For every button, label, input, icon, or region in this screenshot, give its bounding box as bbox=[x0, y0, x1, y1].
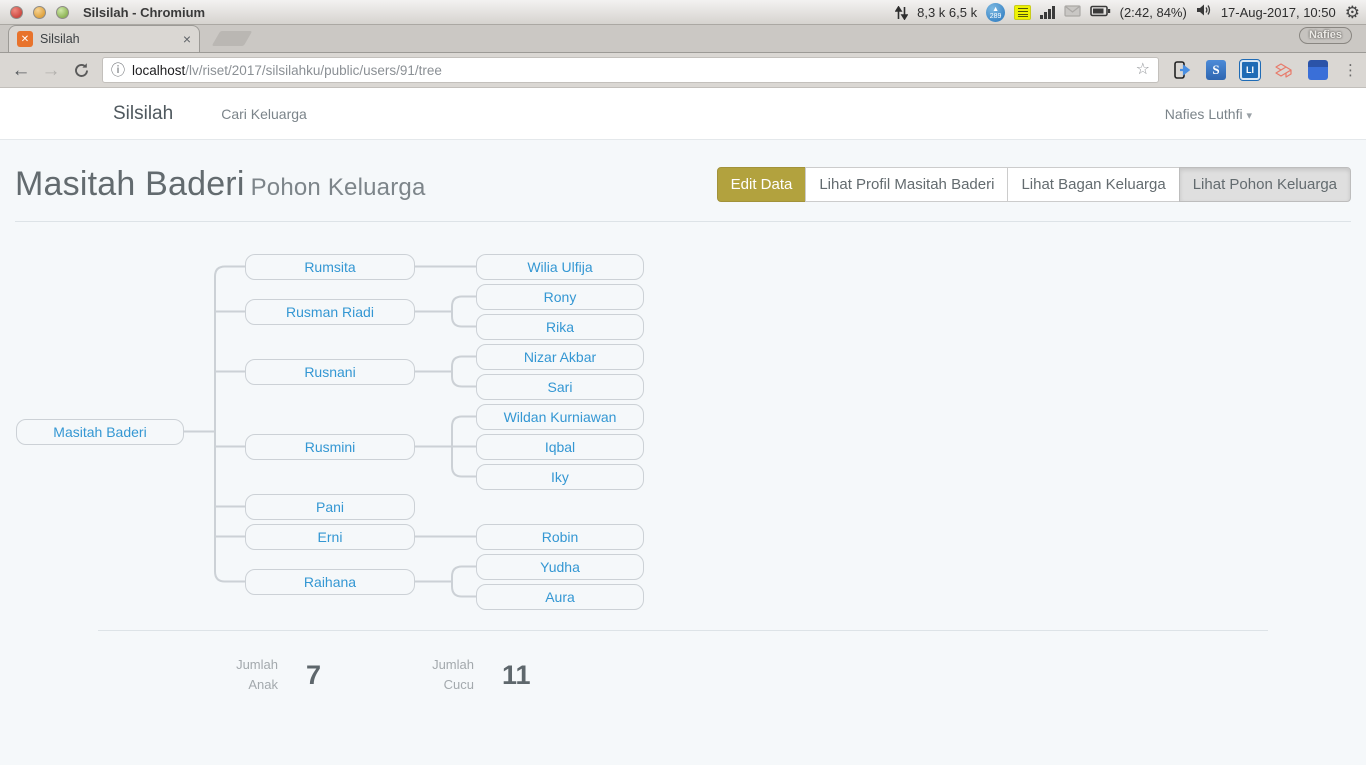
os-top-panel: Silsilah - Chromium 8,3 k 6,5 k ▲ 289 bbox=[0, 0, 1366, 25]
signal-strength-icon[interactable] bbox=[1040, 6, 1055, 19]
badge-count: 289 bbox=[990, 13, 1002, 20]
tree-node-grandchild[interactable]: Wildan Kurniawan bbox=[476, 404, 644, 430]
extension-s-icon[interactable]: S bbox=[1206, 60, 1226, 80]
app-indicator-badge-icon[interactable]: ▲ 289 bbox=[986, 3, 1005, 22]
tree-node-root[interactable]: Masitah Baderi bbox=[16, 419, 184, 445]
network-traffic-icon[interactable] bbox=[895, 6, 908, 20]
network-speed-label: 8,3 k 6,5 k bbox=[917, 5, 977, 20]
lihat-pohon-button[interactable]: Lihat Pohon Keluarga bbox=[1179, 167, 1351, 202]
window-close-button[interactable] bbox=[10, 6, 23, 19]
app-navbar: Silsilah Cari Keluarga Nafies Luthfi ▾ bbox=[0, 88, 1366, 140]
window-maximize-button[interactable] bbox=[56, 6, 69, 19]
brand-link[interactable]: Silsilah bbox=[113, 103, 173, 125]
tree-node-grandchild[interactable]: Robin bbox=[476, 524, 644, 550]
tree-node-child[interactable]: Rusman Riadi bbox=[245, 299, 415, 325]
tree-node-child[interactable]: Erni bbox=[245, 524, 415, 550]
stats-divider bbox=[98, 630, 1268, 631]
session-gear-icon[interactable]: ⚙ bbox=[1345, 4, 1360, 21]
tab-title: Silsilah bbox=[40, 32, 176, 46]
battery-status-label: (2:42, 84%) bbox=[1120, 5, 1187, 20]
extension-notes-icon[interactable] bbox=[1308, 60, 1328, 80]
reload-button[interactable] bbox=[68, 62, 94, 79]
lihat-bagan-button[interactable]: Lihat Bagan Keluarga bbox=[1007, 167, 1179, 202]
clock-label: 17-Aug-2017, 10:50 bbox=[1221, 5, 1336, 20]
stats-section: Jumlah Anak 7 Jumlah Cucu 11 bbox=[98, 630, 1268, 695]
stat-value-anak: 7 bbox=[306, 660, 321, 691]
browser-tab-silsilah[interactable]: ✕ Silsilah × bbox=[8, 25, 200, 52]
action-button-group: Edit Data Lihat Profil Masitah Baderi Li… bbox=[717, 167, 1351, 202]
page-info-icon[interactable]: ⓘ bbox=[111, 63, 125, 77]
tree-node-grandchild[interactable]: Rony bbox=[476, 284, 644, 310]
page-header: Masitah BaderiPohon Keluarga Edit Data L… bbox=[15, 160, 1351, 208]
tree-node-grandchild[interactable]: Sari bbox=[476, 374, 644, 400]
chevron-down-icon: ▾ bbox=[1246, 110, 1252, 122]
extension-li-icon[interactable]: LI bbox=[1240, 60, 1260, 80]
back-button[interactable]: ← bbox=[8, 61, 34, 80]
volume-icon[interactable] bbox=[1196, 3, 1212, 22]
lihat-profil-button[interactable]: Lihat Profil Masitah Baderi bbox=[805, 167, 1008, 202]
tree-node-child[interactable]: Rumsita bbox=[245, 254, 415, 280]
stat-jumlah-cucu: Jumlah Cucu 11 bbox=[414, 655, 610, 695]
tree-node-grandchild[interactable]: Iqbal bbox=[476, 434, 644, 460]
url-host: localhost bbox=[132, 63, 185, 78]
nav-item-cari-keluarga[interactable]: Cari Keluarga bbox=[221, 106, 307, 122]
tree-node-child[interactable]: Rusmini bbox=[245, 434, 415, 460]
window-minimize-button[interactable] bbox=[33, 6, 46, 19]
stat-label: Jumlah Anak bbox=[218, 655, 278, 695]
extension-mobile-view-icon[interactable] bbox=[1172, 60, 1192, 80]
tree-node-grandchild[interactable]: Iky bbox=[476, 464, 644, 490]
battery-icon[interactable] bbox=[1090, 4, 1111, 22]
tree-node-grandchild[interactable]: Nizar Akbar bbox=[476, 344, 644, 370]
user-dropdown[interactable]: Nafies Luthfi ▾ bbox=[1165, 106, 1252, 122]
url-text[interactable]: localhost/lv/riset/2017/silsilahku/publi… bbox=[132, 63, 1129, 78]
person-name: Masitah Baderi bbox=[15, 165, 245, 203]
tab-favicon-xampp-icon: ✕ bbox=[17, 31, 33, 47]
stats-row: Jumlah Anak 7 Jumlah Cucu 11 bbox=[98, 655, 1268, 695]
page-subtitle: Pohon Keluarga bbox=[251, 174, 426, 201]
tree-node-child[interactable]: Rusnani bbox=[245, 359, 415, 385]
new-tab-button[interactable] bbox=[212, 31, 253, 46]
page-title: Masitah BaderiPohon Keluarga bbox=[15, 165, 426, 204]
url-path: /lv/riset/2017/silsilahku/public/users/9… bbox=[185, 63, 442, 78]
bookmark-star-icon[interactable]: ☆ bbox=[1136, 62, 1150, 78]
window-controls bbox=[10, 6, 69, 19]
forward-button[interactable]: → bbox=[38, 61, 64, 80]
window-title: Silsilah - Chromium bbox=[83, 5, 205, 20]
extension-laravel-icon[interactable] bbox=[1274, 60, 1294, 80]
system-tray: 8,3 k 6,5 k ▲ 289 (2:42, 84%) bbox=[895, 0, 1360, 25]
stat-label: Jumlah Cucu bbox=[414, 655, 474, 695]
tasklist-indicator-icon[interactable] bbox=[1014, 5, 1031, 20]
edit-data-button[interactable]: Edit Data bbox=[717, 167, 807, 202]
stat-value-cucu: 11 bbox=[502, 660, 531, 691]
mail-indicator-icon[interactable] bbox=[1064, 4, 1081, 22]
user-name: Nafies Luthfi bbox=[1165, 106, 1243, 122]
tree-node-child[interactable]: Pani bbox=[245, 494, 415, 520]
badge-up-arrow: ▲ bbox=[992, 6, 999, 13]
page-content: Masitah BaderiPohon Keluarga Edit Data L… bbox=[0, 140, 1366, 765]
tree-node-grandchild[interactable]: Wilia Ulfija bbox=[476, 254, 644, 280]
address-bar[interactable]: ⓘ localhost/lv/riset/2017/silsilahku/pub… bbox=[102, 57, 1159, 83]
tab-close-icon[interactable]: × bbox=[183, 31, 191, 47]
browser-menu-icon[interactable]: ⋮ bbox=[1343, 61, 1358, 79]
tree-node-grandchild[interactable]: Yudha bbox=[476, 554, 644, 580]
tab-strip: ✕ Silsilah × Nafies bbox=[0, 25, 1366, 53]
browser-toolbar: ← → ⓘ localhost/lv/riset/2017/silsilahku… bbox=[0, 53, 1366, 88]
tree-node-grandchild[interactable]: Rika bbox=[476, 314, 644, 340]
tree-node-child[interactable]: Raihana bbox=[245, 569, 415, 595]
desktop-label-badge: Nafies bbox=[1299, 27, 1352, 44]
header-divider bbox=[15, 221, 1351, 222]
tree-node-grandchild[interactable]: Aura bbox=[476, 584, 644, 610]
stat-jumlah-anak: Jumlah Anak 7 bbox=[218, 655, 414, 695]
family-tree: Masitah Baderi Rumsita Rusman Riadi Rusn… bbox=[0, 244, 720, 614]
